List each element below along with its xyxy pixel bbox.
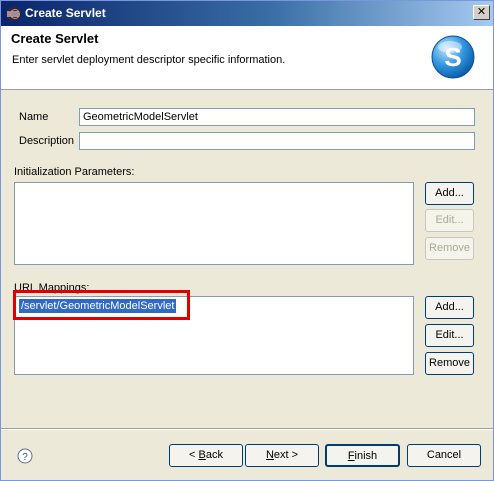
init-params-edit-button[interactable]: Edit...	[425, 209, 474, 232]
init-params-add-button[interactable]: Add...	[425, 182, 474, 205]
url-mappings-add-button[interactable]: Add...	[425, 296, 474, 319]
servlet-logo-icon: S	[431, 35, 475, 79]
name-label: Name	[19, 111, 49, 123]
init-params-list[interactable]	[14, 182, 414, 265]
page-description: Enter servlet deployment descriptor spec…	[12, 54, 286, 66]
cancel-button[interactable]: Cancel	[407, 444, 481, 467]
eclipse-icon	[6, 7, 20, 21]
finish-button[interactable]: Finish	[325, 444, 400, 467]
description-label: Description	[19, 135, 75, 147]
wizard-header: Create Servlet Enter servlet deployment …	[1, 26, 493, 90]
help-glyph: ?	[22, 452, 28, 463]
close-button[interactable]: ✕	[473, 5, 490, 20]
title-bar[interactable]: Create Servlet ✕	[1, 1, 493, 26]
url-mappings-remove-button[interactable]: Remove	[425, 352, 474, 375]
next-button[interactable]: Next >	[245, 444, 319, 467]
logo-letter: S	[444, 42, 461, 72]
init-params-label: Initialization Parameters:	[14, 166, 135, 178]
url-mappings-edit-button[interactable]: Edit...	[425, 324, 474, 347]
back-mnemonic: B	[198, 449, 206, 461]
finish-mnemonic: F	[347, 450, 355, 462]
name-input[interactable]: GeometricModelServlet	[79, 108, 475, 126]
create-servlet-dialog: Create Servlet ✕ Create Servlet Enter se…	[0, 0, 494, 481]
finish-rest: inish	[354, 450, 378, 462]
footer-separator	[1, 428, 493, 430]
next-rest: ext >	[273, 449, 299, 461]
back-prefix: <	[189, 449, 199, 461]
back-button[interactable]: < Back	[169, 444, 243, 467]
init-params-remove-button[interactable]: Remove	[425, 237, 474, 260]
back-rest: ack	[205, 449, 223, 461]
next-mnemonic: N	[265, 449, 274, 461]
window-title: Create Servlet	[25, 6, 106, 20]
page-title: Create Servlet	[11, 31, 99, 46]
help-icon[interactable]: ?	[17, 448, 33, 464]
description-input[interactable]	[79, 132, 475, 150]
highlight-box	[13, 290, 190, 320]
close-icon: ✕	[476, 5, 487, 18]
